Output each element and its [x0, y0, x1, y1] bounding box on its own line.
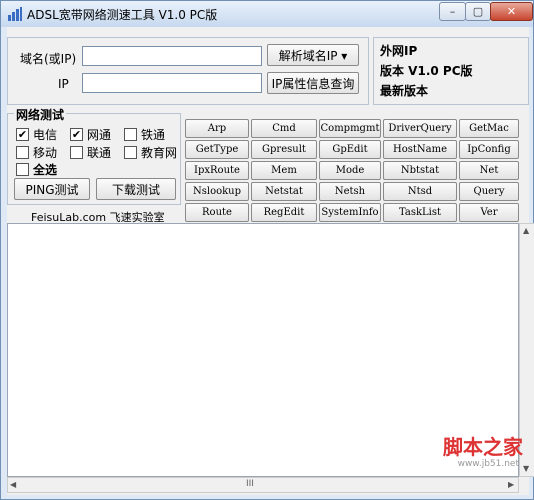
version-label: 版本 V1.0 PC版 [380, 64, 473, 78]
maximize-button[interactable]: ▢ [465, 2, 491, 21]
checkbox-edu[interactable]: 教育网 [124, 144, 177, 161]
app-window: ADSL宽带网络测速工具 V1.0 PC版 – ▢ ✕ 域名(或IP) 解析域名… [0, 0, 534, 500]
cmd-button-ntsd[interactable]: Ntsd [383, 182, 457, 201]
cmd-button-ver[interactable]: Ver [459, 203, 519, 222]
cmd-button-gettype[interactable]: GetType [185, 140, 249, 159]
checkbox-telecom[interactable]: ✔ 电信 [16, 126, 57, 143]
checkbox-unicom[interactable]: 联通 [70, 144, 111, 161]
watermark-url: www.jb51.net [457, 459, 519, 469]
checkbox-tietong[interactable]: 铁通 [124, 126, 165, 143]
network-test-title: 网络测试 [14, 106, 67, 123]
scroll-up-icon[interactable]: ▲ [523, 226, 529, 235]
checkbox-netcom[interactable]: ✔ 网通 [70, 126, 111, 143]
check-icon: ✔ [70, 128, 83, 141]
scroll-down-icon[interactable]: ▼ [523, 464, 529, 473]
ip-input[interactable] [82, 73, 262, 93]
external-ip-label: 外网IP [380, 44, 418, 58]
cmd-button-gpedit[interactable]: GpEdit [319, 140, 381, 159]
cmd-button-route[interactable]: Route [185, 203, 249, 222]
cmd-button-gpresult[interactable]: Gpresult [251, 140, 317, 159]
cmd-button-driverquery[interactable]: DriverQuery [383, 119, 457, 138]
cmd-button-getmac[interactable]: GetMac [459, 119, 519, 138]
latest-version-label: 最新版本 [380, 84, 429, 98]
checkbox-mobile[interactable]: 移动 [16, 144, 57, 161]
watermark-logo: 脚本之家 [443, 435, 523, 459]
cmd-button-cmd[interactable]: Cmd [251, 119, 317, 138]
app-icon [8, 7, 22, 21]
cmd-button-net[interactable]: Net [459, 161, 519, 180]
ip-label: IP [58, 77, 69, 91]
cmd-button-compmgmt[interactable]: Compmgmt [319, 119, 381, 138]
domain-input[interactable] [82, 46, 262, 66]
cmd-button-hostname[interactable]: HostName [383, 140, 457, 159]
scroll-left-icon[interactable]: ◀ [10, 480, 16, 489]
cmd-button-systeminfo[interactable]: SystemInfo [319, 203, 381, 222]
download-test-button[interactable]: 下载测试 [96, 178, 176, 200]
cmd-button-arp[interactable]: Arp [185, 119, 249, 138]
cmd-button-netsh[interactable]: Netsh [319, 182, 381, 201]
scroll-thumb[interactable]: III [246, 479, 254, 489]
ping-test-button[interactable]: PING测试 [14, 178, 90, 200]
cmd-button-regedit[interactable]: RegEdit [251, 203, 317, 222]
close-button[interactable]: ✕ [490, 2, 533, 21]
cmd-button-nbtstat[interactable]: Nbtstat [383, 161, 457, 180]
scroll-right-icon[interactable]: ▶ [508, 480, 514, 489]
client-area: 域名(或IP) 解析域名IP ▾ IP IP属性信息查询 外网IP 版本 V1.… [7, 27, 534, 495]
cmd-button-nslookup[interactable]: Nslookup [185, 182, 249, 201]
resolve-domain-button[interactable]: 解析域名IP ▾ [267, 44, 359, 66]
cmd-button-tasklist[interactable]: TaskList [383, 203, 457, 222]
horizontal-scrollbar[interactable]: ◀ III ▶ [7, 477, 519, 493]
cmd-button-mode[interactable]: Mode [319, 161, 381, 180]
cmd-button-mem[interactable]: Mem [251, 161, 317, 180]
cmd-button-netstat[interactable]: Netstat [251, 182, 317, 201]
minimize-button[interactable]: – [439, 2, 466, 21]
ip-info-button[interactable]: IP属性信息查询 [267, 72, 359, 94]
domain-group: 域名(或IP) 解析域名IP ▾ IP IP属性信息查询 [7, 37, 369, 105]
checkbox-select-all[interactable]: 全选 [16, 161, 57, 178]
title-bar[interactable]: ADSL宽带网络测速工具 V1.0 PC版 – ▢ ✕ [1, 1, 533, 27]
check-icon: ✔ [16, 128, 29, 141]
network-test-group: 网络测试 ✔ 电信 ✔ 网通 铁通 移动 联通 教育网 全选 PING测试 下载测试 [7, 106, 181, 205]
window-title: ADSL宽带网络测速工具 V1.0 PC版 [27, 8, 218, 22]
domain-label: 域名(或IP) [20, 52, 77, 66]
cmd-button-ipconfig[interactable]: IpConfig [459, 140, 519, 159]
cmd-button-ipxroute[interactable]: IpxRoute [185, 161, 249, 180]
cmd-button-query[interactable]: Query [459, 182, 519, 201]
info-panel: 外网IP 版本 V1.0 PC版 最新版本 [373, 37, 529, 105]
